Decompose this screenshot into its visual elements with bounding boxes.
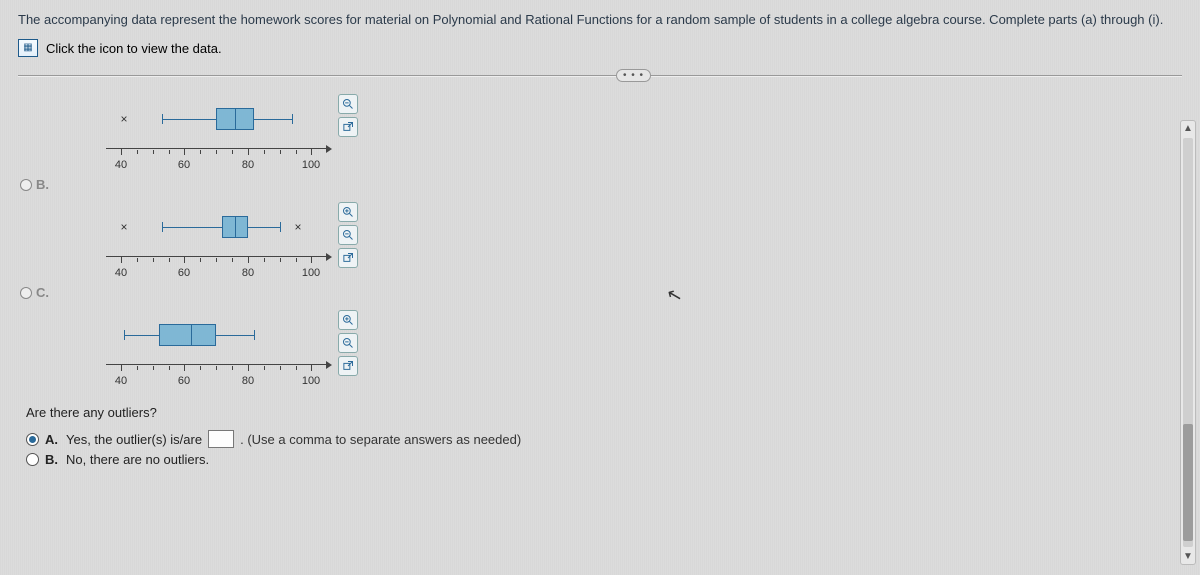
answer-A-text: Yes, the outlier(s) is/are: [66, 432, 202, 447]
question-text: Are there any outliers?: [26, 405, 1182, 420]
tick-label: 80: [242, 159, 254, 171]
tick-label: 100: [302, 375, 320, 387]
answer-A-letter: A.: [45, 432, 58, 447]
whisker-cap: [292, 114, 293, 124]
zoom-out-icon[interactable]: [338, 94, 358, 114]
whisker-low: [124, 335, 159, 336]
x-axis: [106, 148, 326, 149]
option-B-label: B.: [36, 177, 49, 192]
answer-A-radio[interactable]: [26, 433, 39, 446]
x-axis: [106, 256, 326, 257]
tick-label: 40: [115, 375, 127, 387]
option-B-radio[interactable]: [20, 179, 32, 191]
divider-line: [18, 75, 1182, 77]
boxplot-A: ×: [106, 91, 326, 169]
tick-label: 60: [178, 267, 190, 279]
x-axis: [106, 364, 326, 365]
chart-tools: [338, 310, 358, 376]
axis-arrow-icon: [326, 253, 332, 261]
scroll-thumb[interactable]: [1183, 138, 1193, 547]
upper-fence-marker: ×: [294, 220, 301, 234]
outlier-input[interactable]: [208, 430, 234, 448]
tick-label: 80: [242, 267, 254, 279]
whisker-high: [248, 227, 280, 228]
axis-arrow-icon: [326, 145, 332, 153]
option-C-label: C.: [36, 285, 49, 300]
chart-tools: [338, 202, 358, 268]
answer-B-text: No, there are no outliers.: [66, 452, 209, 467]
zoom-in-icon[interactable]: [338, 202, 358, 222]
popout-icon[interactable]: [338, 248, 358, 268]
tick-label: 40: [115, 159, 127, 171]
boxplot-B: × ×: [106, 199, 326, 277]
chart-tools: [338, 94, 358, 137]
outlier-marker: ×: [120, 220, 127, 234]
whisker-high: [216, 335, 254, 336]
whisker-low: [162, 227, 222, 228]
divider-more-button[interactable]: • • •: [616, 69, 651, 82]
whisker-high: [254, 119, 292, 120]
scroll-up-icon[interactable]: ▲: [1183, 123, 1193, 134]
answer-B-radio[interactable]: [26, 453, 39, 466]
boxplot-C: 40 60 80 100: [106, 307, 326, 385]
tick-label: 100: [302, 267, 320, 279]
popout-icon[interactable]: [338, 356, 358, 376]
axis-arrow-icon: [326, 361, 332, 369]
option-A-row: ×: [18, 91, 1182, 199]
popout-icon[interactable]: [338, 117, 358, 137]
option-C-row: 40 60 80 100: [18, 307, 1182, 399]
outlier-marker: ×: [120, 112, 127, 126]
view-data-row: ▦ Click the icon to view the data.: [18, 33, 1182, 61]
box: [159, 324, 216, 346]
answer-A-hint: . (Use a comma to separate answers as ne…: [240, 432, 521, 447]
tick-label: 60: [178, 159, 190, 171]
answer-B-letter: B.: [45, 452, 58, 467]
vertical-scrollbar[interactable]: ▲ ▼: [1180, 120, 1196, 565]
zoom-in-icon[interactable]: [338, 310, 358, 330]
table-icon[interactable]: ▦: [18, 39, 38, 57]
answer-A-row: A. Yes, the outlier(s) is/are . (Use a c…: [26, 430, 1182, 448]
tick-label: 60: [178, 375, 190, 387]
median-line: [191, 324, 192, 346]
charts-container: ×: [18, 89, 1182, 399]
answer-B-row: B. No, there are no outliers.: [26, 452, 1182, 467]
median-line: [235, 216, 236, 238]
whisker-low: [162, 119, 216, 120]
tick-label: 100: [302, 159, 320, 171]
outlier-question: Are there any outliers? A. Yes, the outl…: [18, 399, 1182, 467]
whisker-cap: [254, 330, 255, 340]
option-B-row: × ×: [18, 199, 1182, 307]
zoom-out-icon[interactable]: [338, 333, 358, 353]
tick-label: 40: [115, 267, 127, 279]
median-line: [235, 108, 236, 130]
view-data-link[interactable]: Click the icon to view the data.: [46, 41, 222, 56]
option-C-radio[interactable]: [20, 287, 32, 299]
question-page: The accompanying data represent the home…: [0, 0, 1200, 575]
intro-text: The accompanying data represent the home…: [18, 10, 1182, 33]
section-divider: • • •: [18, 69, 1182, 83]
tick-label: 80: [242, 375, 254, 387]
scroll-down-icon[interactable]: ▼: [1183, 551, 1193, 562]
whisker-cap: [280, 222, 281, 232]
zoom-out-icon[interactable]: [338, 225, 358, 245]
